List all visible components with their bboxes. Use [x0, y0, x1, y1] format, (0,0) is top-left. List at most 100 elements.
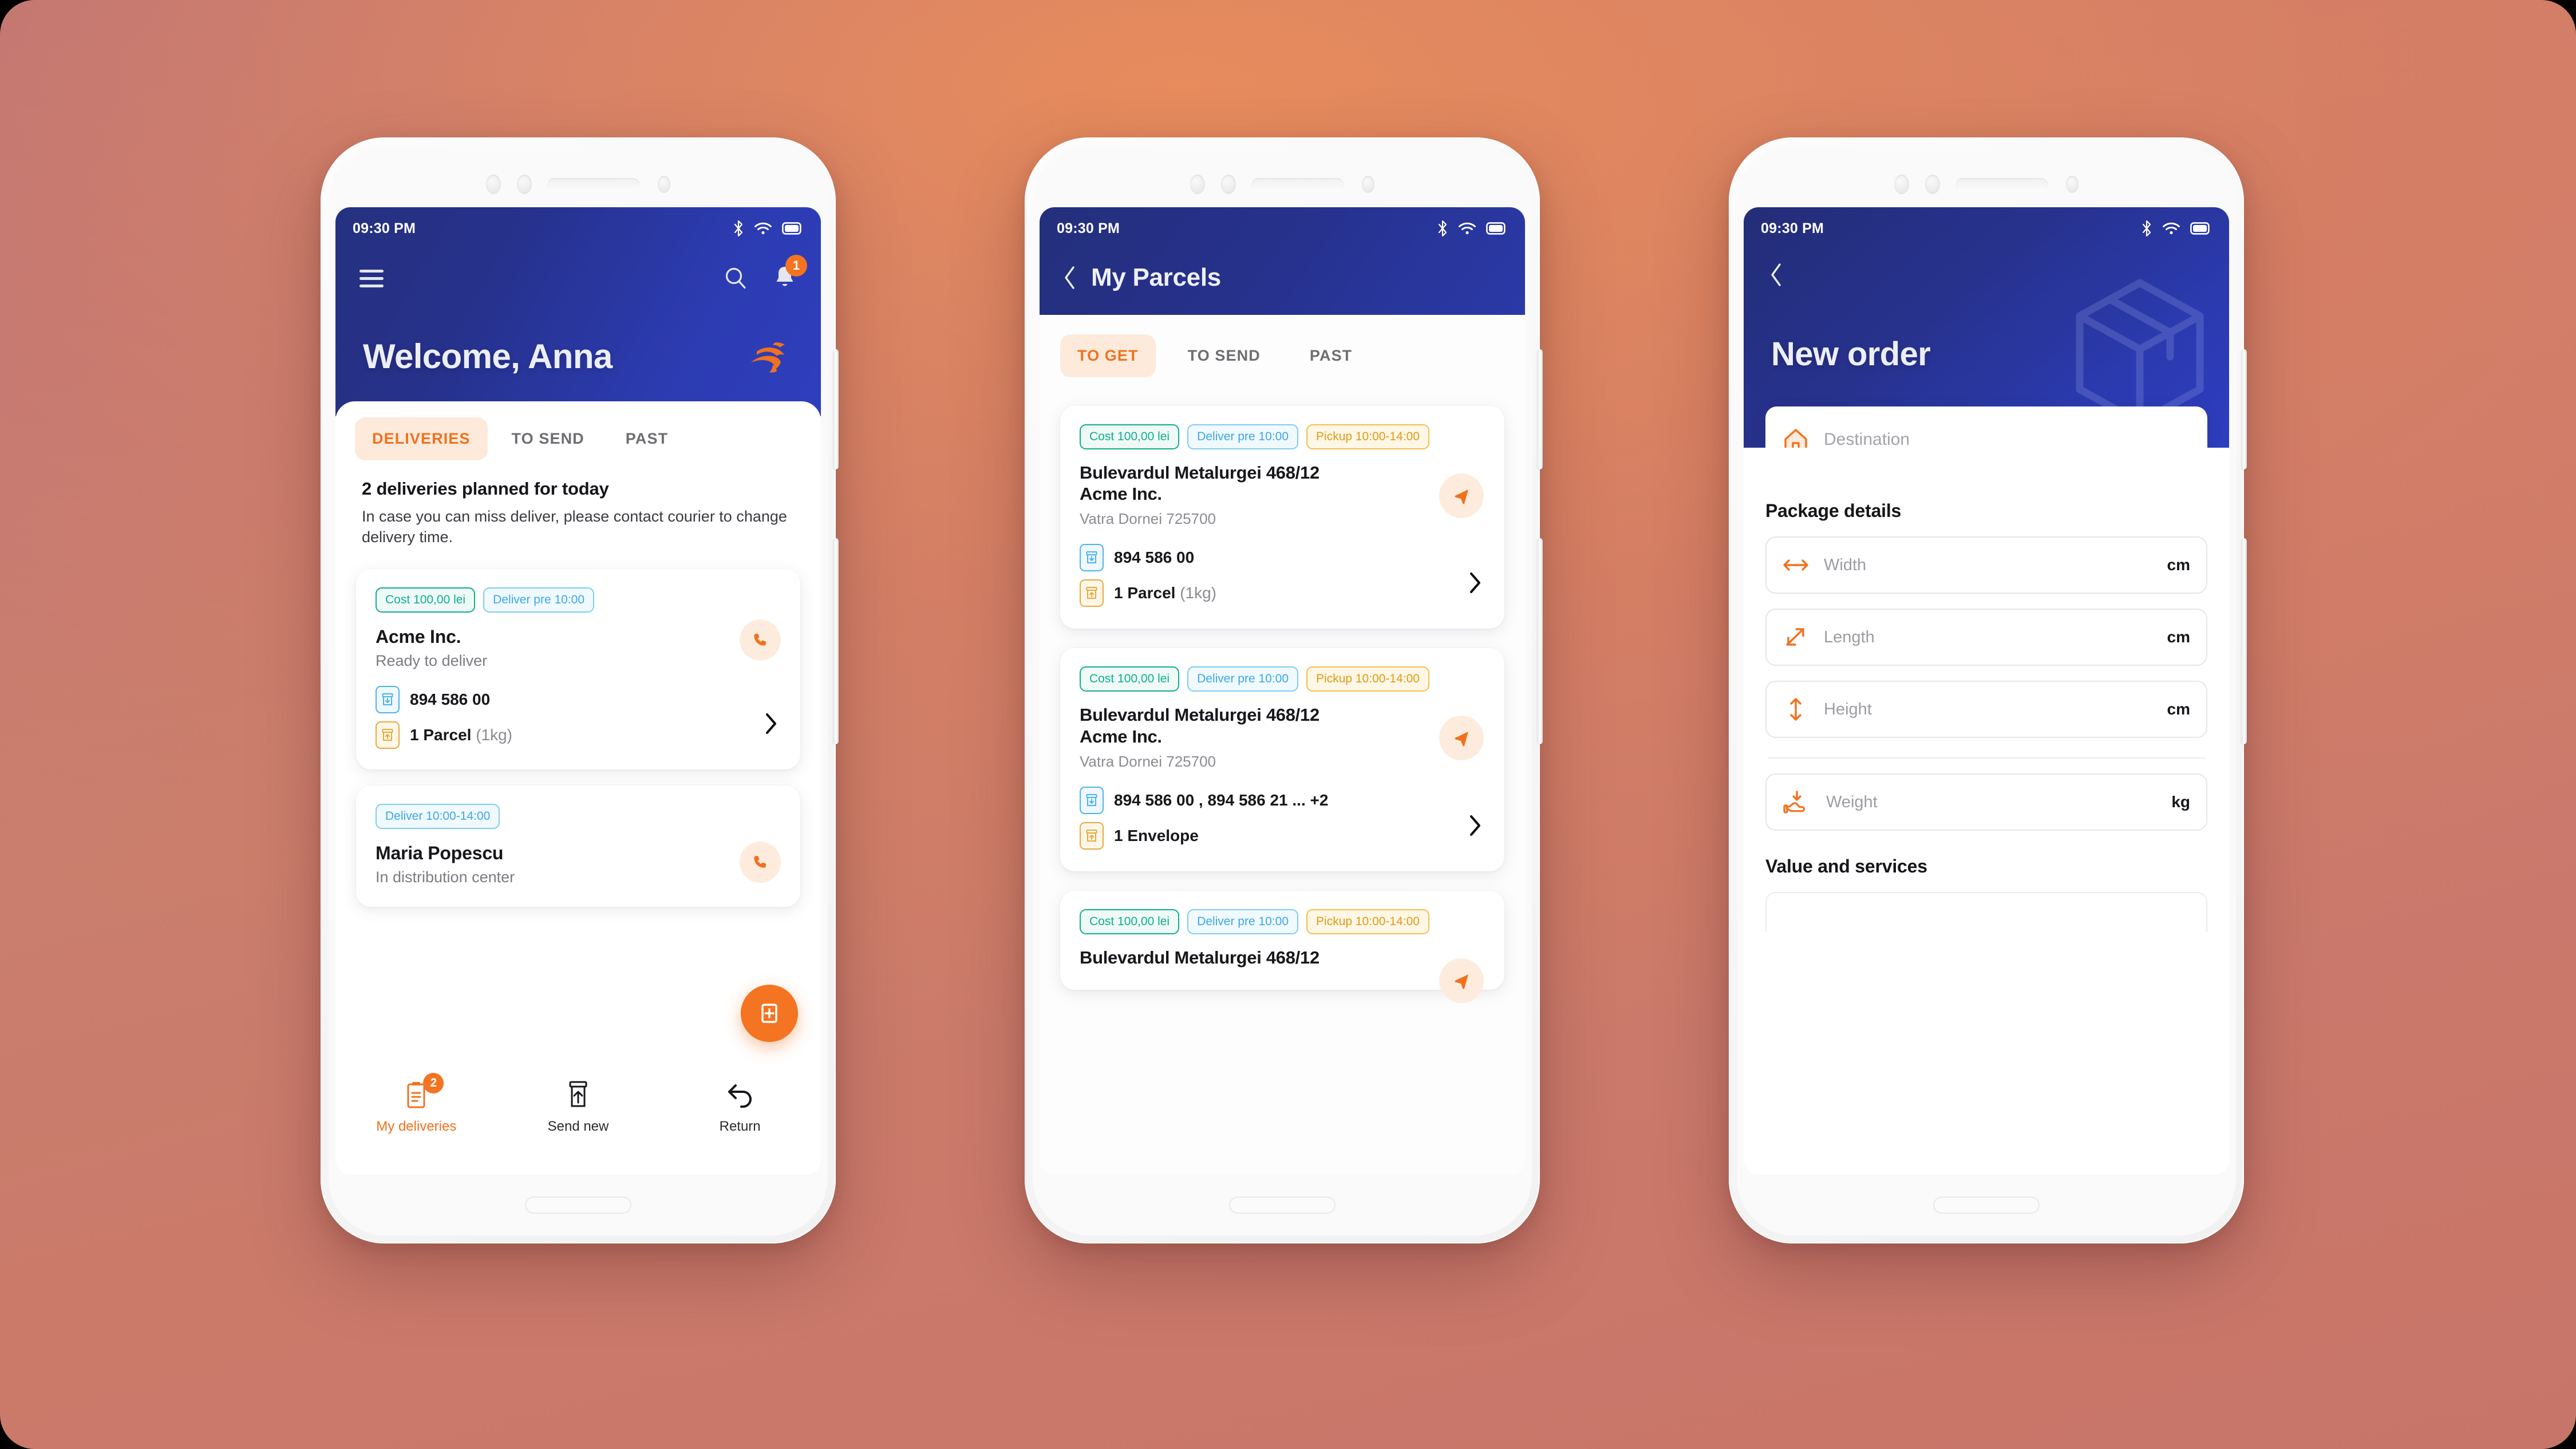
light-sensor-icon	[658, 176, 670, 193]
navigation-arrow-icon	[1455, 732, 1468, 747]
home-icon	[1784, 429, 1807, 448]
width-input[interactable]: Width cm	[1765, 536, 2207, 594]
status-icon-group	[1437, 220, 1506, 236]
hamburger-menu-icon[interactable]	[359, 269, 384, 287]
parcel-address: Bulevardul Metalurgei 468/12	[1080, 947, 1319, 968]
new-parcel-fab[interactable]	[741, 985, 798, 1042]
camera-icon	[1894, 175, 1909, 194]
phone1-toolbar: 1	[335, 250, 821, 307]
parcel-out-icon	[376, 721, 400, 749]
height-input[interactable]: Height cm	[1765, 681, 2207, 738]
company-line: Acme Inc.	[1080, 484, 1162, 504]
light-sensor-icon	[1362, 176, 1374, 193]
call-courier-button[interactable]	[740, 619, 781, 661]
phone1-home-indicator[interactable]	[525, 1197, 631, 1214]
phone2-tab-bar: TO GET TO SEND PAST	[1040, 315, 1525, 385]
tab-past[interactable]: PAST	[1293, 334, 1369, 377]
parcel-card[interactable]: Cost 100,00 lei Deliver pre 10:00 Pickup…	[1060, 406, 1504, 629]
phone1-status-bar: 09:30 PM	[335, 207, 821, 250]
section-divider	[1768, 757, 2205, 759]
phone-2-body: 09:30 PM My Parcels TO GET TO SEND PAST …	[1033, 145, 1532, 1235]
chip-deliver-time: Deliver pre 10:00	[1187, 424, 1299, 449]
parcel-count: 1 Envelope	[1114, 827, 1199, 845]
phone-1-frame: 09:30 PM 1 Welcome, Anna DELIVERIES TO S…	[321, 137, 839, 1243]
phone1-tab-bar: DELIVERIES TO SEND PAST	[335, 401, 821, 466]
value-services-field[interactable]	[1765, 892, 2207, 932]
phone3-power-button[interactable]	[2241, 538, 2247, 744]
height-placeholder: Height	[1824, 700, 1872, 718]
phone3-sensor-cluster	[1737, 167, 2236, 202]
chevron-left-icon[interactable]	[1062, 265, 1077, 290]
navigate-button[interactable]	[1439, 716, 1484, 761]
tab-deliveries[interactable]: DELIVERIES	[355, 417, 488, 460]
wifi-icon	[1459, 222, 1476, 235]
status-time: 09:30 PM	[1761, 220, 1824, 236]
width-unit: cm	[2167, 556, 2190, 574]
earpiece-speaker	[1956, 178, 2048, 191]
delivery-card[interactable]: Deliver 10:00-14:00 Maria Popescu In dis…	[356, 785, 800, 907]
parcel-out-icon	[1080, 822, 1104, 850]
navigate-button[interactable]	[1439, 958, 1484, 1003]
phone1-volume-button[interactable]	[833, 349, 839, 469]
tab-to-send[interactable]: TO SEND	[1171, 334, 1278, 377]
nav-label: My deliveries	[376, 1119, 457, 1134]
search-icon[interactable]	[722, 265, 749, 291]
parcel-card[interactable]: Cost 100,00 lei Deliver pre 10:00 Pickup…	[1060, 648, 1504, 871]
status-time: 09:30 PM	[353, 220, 416, 236]
chevron-right-icon	[1470, 573, 1480, 594]
phone3-volume-button[interactable]	[2241, 349, 2247, 469]
phone2-content: TO GET TO SEND PAST Cost 100,00 lei Deli…	[1040, 315, 1525, 1175]
phone3-home-indicator[interactable]	[1933, 1197, 2040, 1214]
arrows-vertical-icon	[1790, 698, 1801, 721]
nav-my-deliveries[interactable]: 2 My deliveries	[359, 1073, 473, 1135]
envelope-up-icon	[567, 1077, 590, 1112]
phone-2-screen: 09:30 PM My Parcels TO GET TO SEND PAST …	[1040, 207, 1525, 1175]
camera-icon	[486, 175, 501, 194]
delivery-card[interactable]: Cost 100,00 lei Deliver pre 10:00 Acme I…	[356, 569, 800, 770]
card-detail-rows: 894 586 00 1 Parcel (1kg)	[1080, 544, 1485, 607]
phone1-power-button[interactable]	[833, 538, 839, 744]
add-parcel-icon	[761, 1004, 777, 1023]
phone2-volume-button[interactable]	[1537, 349, 1543, 469]
battery-icon	[2190, 222, 2210, 235]
length-placeholder: Length	[1824, 627, 1875, 646]
nav-return[interactable]: Return	[683, 1077, 797, 1135]
phone-3-body: 09:30 PM New order Destination Package d…	[1737, 145, 2236, 1235]
card-open-chevron[interactable]	[1469, 815, 1481, 839]
weight-input[interactable]: Weight kg	[1765, 773, 2207, 831]
parcel-card[interactable]: Cost 100,00 lei Deliver pre 10:00 Pickup…	[1060, 890, 1504, 1003]
phone2-home-indicator[interactable]	[1229, 1197, 1336, 1214]
summary-subtitle: In case you can miss deliver, please con…	[362, 508, 787, 546]
return-arrow-icon	[725, 1077, 755, 1112]
card-detail-rows: 894 586 00 1 Parcel (1kg)	[376, 686, 781, 749]
tab-to-send[interactable]: TO SEND	[495, 417, 602, 460]
chip-deliver-time: Deliver pre 10:00	[1187, 666, 1299, 692]
card-status: Ready to deliver	[376, 652, 488, 670]
parcel-weight: (1kg)	[1180, 584, 1216, 602]
length-input[interactable]: Length cm	[1765, 609, 2207, 666]
tab-past[interactable]: PAST	[609, 417, 685, 460]
deliveries-summary: 2 deliveries planned for today In case y…	[335, 466, 821, 553]
call-courier-button[interactable]	[740, 842, 781, 883]
status-time: 09:30 PM	[1057, 220, 1120, 236]
phone1-toolbar-right: 1	[722, 254, 807, 293]
chip-cost: Cost 100,00 lei	[376, 587, 476, 613]
phone1-bottom-nav: 2 My deliveries Send new Return	[335, 1063, 821, 1175]
card-open-chevron[interactable]	[765, 713, 777, 737]
destination-input[interactable]: Destination	[1765, 406, 2207, 448]
chevron-left-icon[interactable]	[1769, 262, 1784, 287]
chip-cost: Cost 100,00 lei	[1080, 666, 1180, 692]
navigate-button[interactable]	[1439, 473, 1484, 518]
parcel-address: Bulevardul Metalurgei 468/12 Acme Inc.	[1080, 704, 1485, 747]
tab-to-get[interactable]: TO GET	[1060, 334, 1156, 377]
phone3-content: Package details Width cm Length cm Heigh…	[1744, 448, 2229, 1175]
bluetooth-icon	[734, 220, 743, 236]
tracking-number: 894 586 00	[1114, 548, 1195, 567]
address-line: Bulevardul Metalurgei 468/12	[1080, 705, 1319, 725]
phone2-power-button[interactable]	[1537, 538, 1543, 744]
nav-send-new[interactable]: Send new	[521, 1077, 635, 1135]
parcel-in-icon	[1080, 786, 1104, 814]
parcel-count-label: 1 Parcel	[1114, 584, 1176, 602]
notification-bell-button[interactable]: 1	[773, 254, 807, 293]
card-open-chevron[interactable]	[1469, 572, 1481, 597]
